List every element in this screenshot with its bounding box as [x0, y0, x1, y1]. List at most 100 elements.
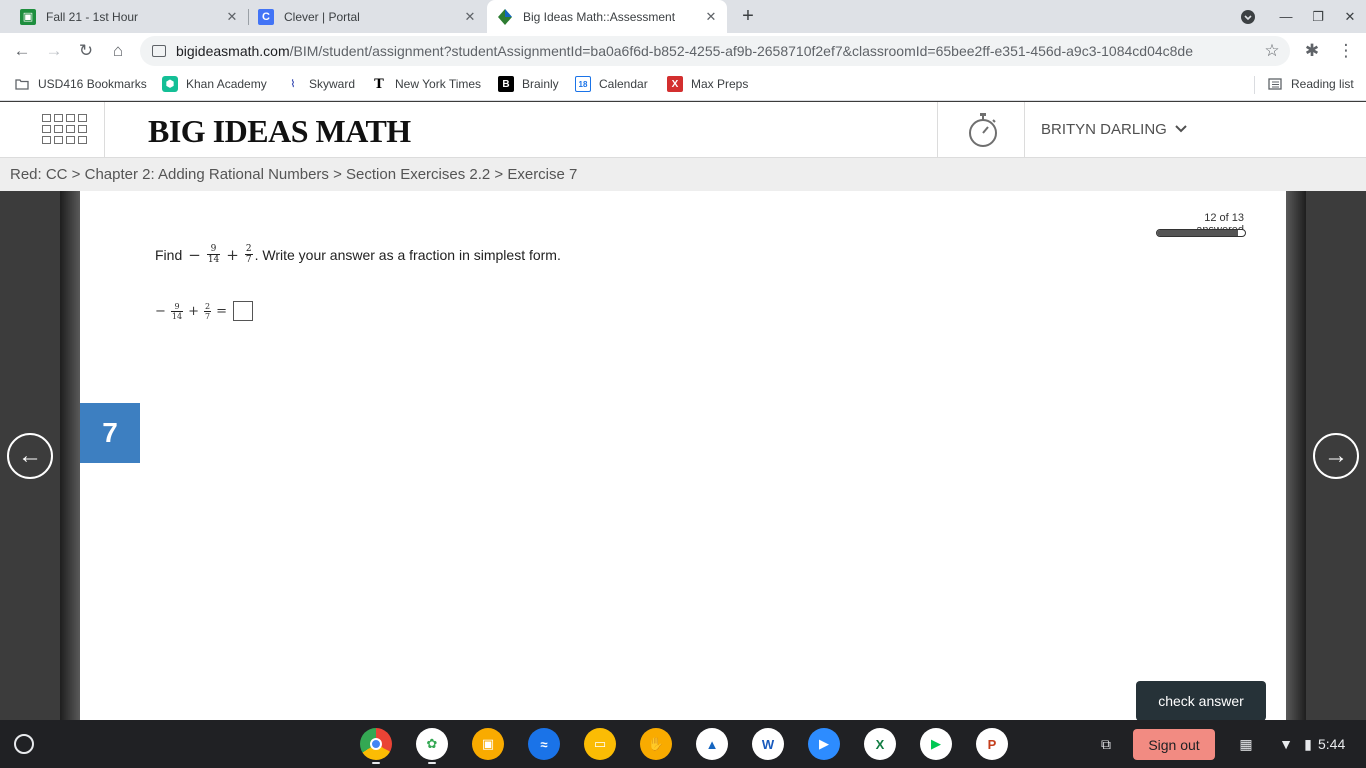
question-prefix: Find — [155, 246, 183, 263]
tab-strip: ▣ Fall 21 - 1st Hour ✕ C Clever | Portal… — [0, 0, 1366, 33]
bookmark-label: New York Times — [395, 77, 482, 91]
skyward-icon: ⌇ — [290, 78, 296, 90]
running-indicator — [372, 762, 380, 764]
clock[interactable]: 5:44 — [1318, 736, 1345, 752]
tab-search-icon[interactable] — [1232, 0, 1264, 33]
address-bar[interactable]: bigideasmath.com/BIM/student/assignment?… — [140, 36, 1290, 66]
bookmark-new-york-times[interactable]: T New York Times — [371, 69, 481, 99]
classroom-icon: ▣ — [20, 8, 36, 25]
tab-separator — [248, 9, 249, 25]
excel-icon[interactable]: X — [864, 728, 896, 760]
denominator: 14 — [170, 310, 184, 321]
pdf-icon[interactable]: ▲ — [696, 728, 728, 760]
app-menu-button[interactable] — [0, 102, 105, 158]
folder-icon — [14, 76, 30, 92]
next-exercise-button[interactable]: → — [1313, 433, 1359, 479]
numerator: 2 — [245, 244, 252, 254]
minimize-icon[interactable]: — — [1270, 0, 1302, 33]
url-path: /BIM/student/assignment?studentAssignmen… — [289, 43, 1194, 59]
site-logo[interactable]: BIG IDEAS MATH — [148, 113, 411, 150]
back-icon[interactable]: ← — [10, 39, 34, 63]
previous-exercise-button[interactable]: ← — [7, 433, 53, 479]
tab-clever[interactable]: C Clever | Portal ✕ — [250, 0, 486, 33]
bookmark-max-preps[interactable]: X Max Preps — [667, 69, 748, 99]
arrow-left-icon: ← — [18, 442, 42, 469]
bookmark-star-icon[interactable]: ☆ — [1260, 39, 1284, 63]
earth-icon[interactable]: ≈ — [528, 728, 560, 760]
close-icon[interactable]: ✕ — [703, 9, 719, 25]
reload-icon[interactable]: ↻ — [74, 39, 98, 63]
wifi-icon[interactable]: ▼ — [1274, 732, 1298, 756]
photos-icon[interactable]: ✿ — [416, 728, 448, 760]
timer-button[interactable] — [937, 102, 1025, 158]
word-icon[interactable]: W — [752, 728, 784, 760]
tab-classroom[interactable]: ▣ Fall 21 - 1st Hour ✕ — [8, 0, 248, 33]
plus-sign: + — [226, 245, 239, 264]
bookmark-usd416[interactable]: USD416 Bookmarks — [14, 69, 147, 99]
tote-icon[interactable]: ⧉ — [1094, 732, 1118, 756]
maximize-icon[interactable]: ❐ — [1302, 0, 1334, 33]
keep-icon[interactable]: ✋ — [640, 728, 672, 760]
keyboard-layout-icon[interactable]: ▦ — [1234, 732, 1258, 756]
zoom-icon[interactable]: ▶ — [808, 728, 840, 760]
check-answer-button[interactable]: check answer — [1136, 681, 1266, 721]
bim-icon — [497, 8, 513, 25]
bookmark-calendar[interactable]: 18 Calendar — [575, 69, 648, 99]
user-menu[interactable]: BRITYN DARLING — [1041, 121, 1187, 138]
fraction-nine-fourteenths: 9 14 — [206, 244, 221, 265]
close-icon[interactable]: ✕ — [224, 9, 240, 25]
battery-icon[interactable]: ▮ — [1296, 732, 1320, 756]
sign-out-button[interactable]: Sign out — [1133, 729, 1215, 760]
bookmark-brainly[interactable]: B Brainly — [498, 69, 559, 99]
browser-toolbar: ← → ↻ ⌂ bigideasmath.com/BIM/student/ass… — [0, 33, 1366, 69]
files-icon[interactable]: ▣ — [472, 728, 504, 760]
arrow-right-icon: → — [1324, 442, 1348, 469]
new-tab-button[interactable]: + — [737, 5, 759, 27]
maxpreps-icon: X — [667, 76, 683, 92]
question-prompt: Find − 9 14 + 2 7 . Write your answer as… — [155, 244, 561, 265]
tab-big-ideas-math[interactable]: Big Ideas Math::Assessment ✕ — [487, 0, 727, 33]
minus-sign: − — [155, 303, 166, 319]
brainly-icon: B — [498, 76, 514, 92]
exercise-number: 7 — [80, 403, 140, 463]
bookmark-khan-academy[interactable]: ⬢ Khan Academy — [162, 69, 267, 99]
forward-icon[interactable]: → — [42, 39, 66, 63]
fraction-two-sevenths: 2 7 — [244, 244, 253, 265]
slides-icon[interactable]: ▭ — [584, 728, 616, 760]
window-close-icon[interactable]: ✕ — [1334, 0, 1366, 33]
numerator: 2 — [205, 301, 211, 311]
bookmark-label: Brainly — [522, 77, 559, 91]
powerpoint-icon[interactable]: P — [976, 728, 1008, 760]
extensions-icon[interactable]: ✱ — [1300, 39, 1324, 63]
breadcrumb-text: Red: CC > Chapter 2: Adding Rational Num… — [10, 166, 578, 183]
content-shadow-left — [60, 191, 80, 720]
home-icon[interactable]: ⌂ — [106, 39, 130, 63]
question-suffix: . Write your answer as a fraction in sim… — [254, 246, 561, 263]
bookmark-label: Calendar — [599, 77, 648, 91]
exercise-panel: 12 of 13 answered Find − 9 14 + 2 7 . Wr… — [80, 191, 1286, 721]
bookmark-skyward[interactable]: ⌇ Skyward — [285, 69, 355, 99]
khan-academy-icon: ⬢ — [162, 76, 178, 92]
bookmark-label: Skyward — [309, 77, 356, 91]
close-icon[interactable]: ✕ — [462, 9, 478, 25]
calendar-icon: 18 — [575, 76, 591, 92]
site-header: BIG IDEAS MATH BRITYN DARLING — [0, 102, 1366, 158]
numerator: 9 — [174, 301, 180, 311]
fraction-nine-fourteenths: 9 14 — [170, 301, 184, 321]
progress-fill — [1157, 230, 1239, 236]
play-store-icon[interactable]: ▶ — [920, 728, 952, 760]
site-info-icon[interactable] — [152, 45, 166, 57]
breadcrumb: Red: CC > Chapter 2: Adding Rational Num… — [0, 158, 1366, 191]
answer-input[interactable] — [233, 301, 253, 321]
grid-icon — [42, 114, 87, 146]
launcher-icon[interactable] — [14, 734, 34, 754]
chrome-icon[interactable] — [360, 728, 392, 760]
plus-sign: + — [188, 303, 199, 319]
bookmark-label: USD416 Bookmarks — [38, 77, 147, 91]
denominator: 14 — [206, 254, 221, 265]
denominator: 7 — [244, 254, 253, 265]
reading-list-button[interactable]: Reading list — [1267, 69, 1354, 99]
bookmarks-bar: USD416 Bookmarks ⬢ Khan Academy ⌇ Skywar… — [0, 69, 1366, 101]
denominator: 7 — [204, 310, 212, 321]
menu-icon[interactable]: ⋮ — [1334, 39, 1358, 63]
